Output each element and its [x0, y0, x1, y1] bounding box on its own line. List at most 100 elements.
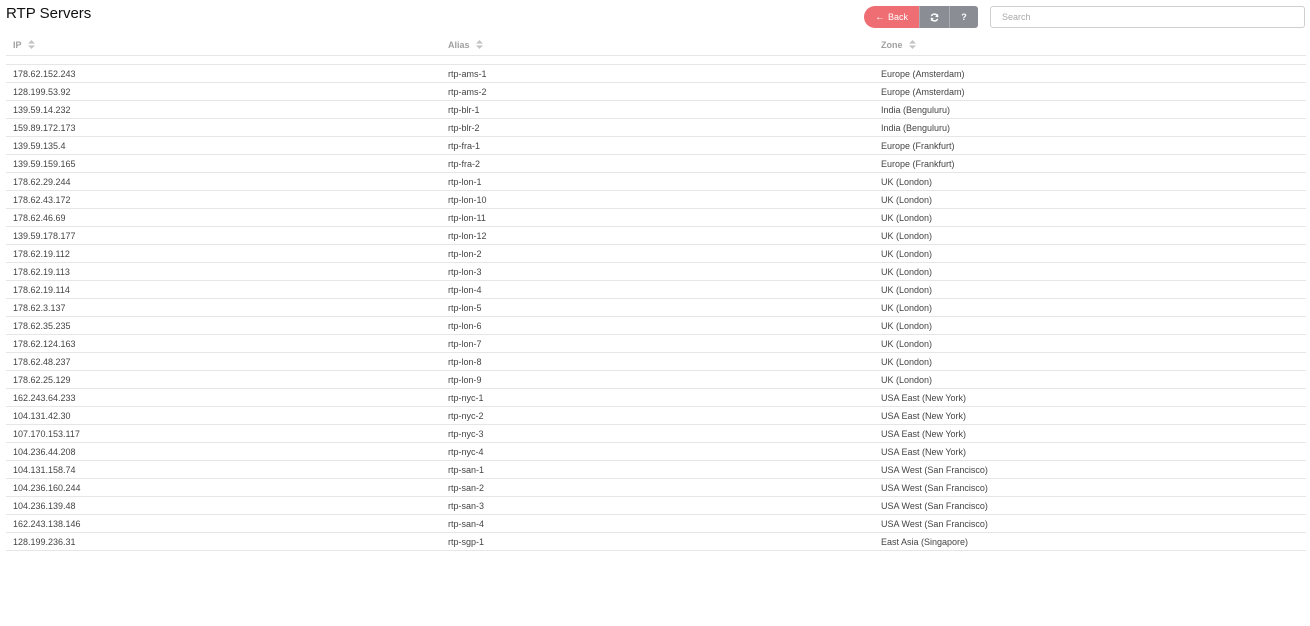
table-row[interactable]: 159.89.172.173 rtp-blr-2 India (Benguluru) [6, 118, 1306, 137]
table-row[interactable]: 178.62.19.114 rtp-lon-4 UK (London) [6, 280, 1306, 299]
cell-zone: UK (London) [874, 244, 1306, 263]
cell-ip: 128.199.236.31 [6, 532, 441, 551]
table-body: 178.62.152.243 rtp-ams-1 Europe (Amsterdam… [6, 55, 1306, 551]
cell-zone: USA West (San Francisco) [874, 460, 1306, 479]
cell-ip: 178.62.3.137 [6, 298, 441, 317]
table-row[interactable]: 104.131.42.30 rtp-nyc-2 USA East (New York… [6, 406, 1306, 425]
cell-alias: rtp-san-4 [441, 514, 874, 533]
refresh-icon [930, 12, 939, 22]
cell-alias: rtp-lon-9 [441, 370, 874, 389]
cell-ip: 178.62.46.69 [6, 208, 441, 227]
search-input[interactable] [990, 6, 1305, 28]
table-row[interactable]: 139.59.14.232 rtp-blr-1 India (Benguluru) [6, 100, 1306, 119]
cell-zone: UK (London) [874, 262, 1306, 281]
table-row[interactable]: 178.62.19.112 rtp-lon-2 UK (London) [6, 244, 1306, 263]
table-row[interactable]: 162.243.138.146 rtp-san-4 USA West (San Fr… [6, 514, 1306, 533]
cell-zone: UK (London) [874, 316, 1306, 335]
page-title: RTP Servers [6, 5, 92, 22]
table-row[interactable]: 139.59.178.177 rtp-lon-12 UK (London) [6, 226, 1306, 245]
cell-zone: USA West (San Francisco) [874, 496, 1306, 515]
cell-ip: 139.59.178.177 [6, 226, 441, 245]
cell-zone: UK (London) [874, 352, 1306, 371]
cell-zone: Europe (Amsterdam) [874, 82, 1306, 101]
cell-zone: Europe (Frankfurt) [874, 154, 1306, 173]
table-row[interactable]: 104.236.139.48 rtp-san-3 USA West (San Fra… [6, 496, 1306, 515]
column-header-label: Alias [448, 39, 470, 50]
cell-alias: rtp-san-3 [441, 496, 874, 515]
table-row[interactable]: 107.170.153.117 rtp-nyc-3 USA East (New Yo… [6, 424, 1306, 443]
cell-zone: USA East (New York) [874, 406, 1306, 425]
table-row[interactable]: 104.236.44.208 rtp-nyc-4 USA East (New Yor… [6, 442, 1306, 461]
table-row[interactable]: 104.236.160.244 rtp-san-2 USA West (San Fr… [6, 478, 1306, 497]
table-row[interactable]: 139.59.159.165 rtp-fra-2 Europe (Frankfurt… [6, 154, 1306, 173]
cell-alias: rtp-nyc-1 [441, 388, 874, 407]
cell-zone: UK (London) [874, 334, 1306, 353]
table-row[interactable]: 128.199.53.92 rtp-ams-2 Europe (Amsterdam) [6, 82, 1306, 101]
cell-zone: UK (London) [874, 298, 1306, 317]
table-row[interactable]: 178.62.35.235 rtp-lon-6 UK (London) [6, 316, 1306, 335]
refresh-button[interactable] [919, 6, 949, 28]
table-row[interactable]: 178.62.25.129 rtp-lon-9 UK (London) [6, 370, 1306, 389]
cell-zone: East Asia (Singapore) [874, 532, 1306, 551]
toolbar-button-group: ← Back ? [864, 6, 978, 28]
cell-ip: 178.62.152.243 [6, 64, 441, 83]
cell-zone: USA West (San Francisco) [874, 514, 1306, 533]
table-spacer-row [6, 55, 1306, 65]
column-header-zone[interactable]: Zone [874, 36, 1306, 56]
column-header-label: IP [13, 39, 22, 50]
cell-ip: 128.199.53.92 [6, 82, 441, 101]
table-row[interactable]: 178.62.46.69 rtp-lon-11 UK (London) [6, 208, 1306, 227]
cell-zone: UK (London) [874, 172, 1306, 191]
table-row[interactable]: 178.62.43.172 rtp-lon-10 UK (London) [6, 190, 1306, 209]
cell-alias: rtp-nyc-2 [441, 406, 874, 425]
cell-alias: rtp-lon-8 [441, 352, 874, 371]
column-header-alias[interactable]: Alias [441, 36, 874, 56]
cell-ip: 107.170.153.117 [6, 424, 441, 443]
table-row[interactable]: 178.62.152.243 rtp-ams-1 Europe (Amsterdam… [6, 64, 1306, 83]
help-button[interactable]: ? [949, 6, 978, 28]
table-header-row: IP Alias Zone [6, 36, 1306, 56]
cell-alias: rtp-lon-2 [441, 244, 874, 263]
cell-zone: UK (London) [874, 208, 1306, 227]
cell-alias: rtp-lon-7 [441, 334, 874, 353]
cell-ip: 178.62.35.235 [6, 316, 441, 335]
cell-ip: 162.243.64.233 [6, 388, 441, 407]
table-row[interactable]: 162.243.64.233 rtp-nyc-1 USA East (New Yor… [6, 388, 1306, 407]
cell-ip: 178.62.19.114 [6, 280, 441, 299]
back-button[interactable]: ← Back [864, 6, 919, 28]
sort-icon [27, 40, 35, 51]
table-row[interactable]: 178.62.19.113 rtp-lon-3 UK (London) [6, 262, 1306, 281]
cell-alias: rtp-lon-6 [441, 316, 874, 335]
cell-ip: 159.89.172.173 [6, 118, 441, 137]
cell-zone: UK (London) [874, 190, 1306, 209]
back-button-label: Back [887, 12, 908, 22]
cell-zone: USA East (New York) [874, 388, 1306, 407]
servers-table: IP Alias Zone 178.62.152.243 rtp-ams-1 Eur… [6, 36, 1306, 551]
table-row[interactable]: 139.59.135.4 rtp-fra-1 Europe (Frankfurt) [6, 136, 1306, 155]
table-row[interactable]: 178.62.48.237 rtp-lon-8 UK (London) [6, 352, 1306, 371]
cell-alias: rtp-san-2 [441, 478, 874, 497]
cell-alias: rtp-lon-11 [441, 208, 874, 227]
table-row[interactable]: 128.199.236.31 rtp-sgp-1 East Asia (Singap… [6, 532, 1306, 551]
cell-ip: 104.236.160.244 [6, 478, 441, 497]
cell-zone: USA East (New York) [874, 442, 1306, 461]
table-row[interactable]: 178.62.29.244 rtp-lon-1 UK (London) [6, 172, 1306, 191]
cell-alias: rtp-ams-2 [441, 82, 874, 101]
sort-icon [476, 40, 484, 51]
cell-ip: 178.62.29.244 [6, 172, 441, 191]
cell-alias: rtp-fra-2 [441, 154, 874, 173]
table-row[interactable]: 178.62.3.137 rtp-lon-5 UK (London) [6, 298, 1306, 317]
cell-alias: rtp-lon-4 [441, 280, 874, 299]
cell-ip: 104.236.139.48 [6, 496, 441, 515]
cell-ip: 104.131.158.74 [6, 460, 441, 479]
table-row[interactable]: 104.131.158.74 rtp-san-1 USA West (San Fra… [6, 460, 1306, 479]
cell-ip: 104.131.42.30 [6, 406, 441, 425]
cell-ip: 178.62.19.113 [6, 262, 441, 281]
cell-ip: 162.243.138.146 [6, 514, 441, 533]
column-header-ip[interactable]: IP [6, 36, 441, 56]
cell-alias: rtp-lon-3 [441, 262, 874, 281]
cell-ip: 178.62.19.112 [6, 244, 441, 263]
table-row[interactable]: 178.62.124.163 rtp-lon-7 UK (London) [6, 334, 1306, 353]
cell-alias: rtp-blr-2 [441, 118, 874, 137]
cell-alias: rtp-blr-1 [441, 100, 874, 119]
